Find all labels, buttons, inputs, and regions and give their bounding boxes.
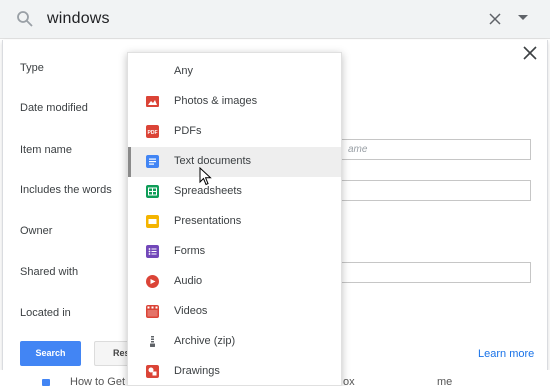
date-modified-label: Date modified — [20, 102, 88, 114]
option-label: Forms — [174, 245, 206, 257]
type-option-forms[interactable]: Forms — [128, 237, 341, 267]
item-name-label: Item name — [20, 144, 72, 156]
clear-search-icon[interactable] — [487, 11, 503, 27]
search-bar: windows — [0, 0, 550, 39]
owner-label: Owner — [20, 225, 53, 237]
file-owner: me — [437, 376, 453, 386]
option-label: Videos — [174, 305, 208, 317]
option-label: Text documents — [174, 155, 252, 167]
type-option-presentations[interactable]: Presentations — [128, 207, 341, 237]
option-label: Any — [174, 65, 193, 77]
type-option-archive[interactable]: Archive (zip) — [128, 327, 341, 357]
type-option-photos[interactable]: Photos & images — [128, 87, 341, 117]
option-label: Presentations — [174, 215, 242, 227]
option-label: PDFs — [174, 125, 202, 137]
learn-more-link[interactable]: Learn more — [478, 348, 534, 360]
document-icon — [146, 155, 159, 168]
image-icon — [146, 96, 159, 107]
type-option-any[interactable]: Any — [128, 57, 341, 87]
svg-text:PDF: PDF — [148, 130, 158, 136]
close-icon[interactable] — [523, 46, 537, 60]
type-dropdown-menu: Any Photos & images PDF PDFs Text docume… — [127, 52, 342, 386]
option-label: Audio — [174, 275, 203, 287]
file-location: ox — [343, 376, 355, 386]
type-label: Type — [20, 62, 44, 74]
type-option-text-documents[interactable]: Text documents — [128, 147, 341, 177]
mouse-cursor-icon — [199, 167, 212, 186]
spreadsheet-icon — [146, 185, 159, 198]
search-options-caret-icon[interactable] — [518, 15, 528, 20]
type-option-audio[interactable]: Audio — [128, 267, 341, 297]
type-option-pdfs[interactable]: PDF PDFs — [128, 117, 341, 147]
presentation-icon — [146, 215, 159, 228]
type-option-videos[interactable]: Videos — [128, 297, 341, 327]
search-button[interactable]: Search — [20, 341, 81, 366]
item-name-placeholder: ame — [348, 144, 368, 155]
drawing-icon — [146, 365, 159, 378]
audio-icon — [146, 275, 159, 288]
includes-words-label: Includes the words — [20, 184, 112, 196]
search-input[interactable]: windows — [47, 10, 110, 28]
file-name: How to Get — [70, 376, 126, 386]
search-icon[interactable] — [16, 10, 34, 28]
option-label: Archive (zip) — [174, 335, 236, 347]
shared-with-input[interactable] — [341, 262, 531, 283]
includes-words-input[interactable] — [341, 180, 531, 201]
archive-icon — [150, 336, 155, 347]
shared-with-label: Shared with — [20, 266, 79, 278]
video-icon — [146, 305, 159, 318]
forms-icon — [146, 245, 159, 258]
option-label: Drawings — [174, 365, 220, 377]
type-option-spreadsheets[interactable]: Spreadsheets — [128, 177, 341, 207]
file-type-icon — [42, 379, 50, 386]
item-name-input[interactable]: ame — [341, 139, 531, 160]
option-label: Photos & images — [174, 95, 258, 107]
pdf-icon: PDF — [146, 125, 159, 138]
type-option-drawings[interactable]: Drawings — [128, 357, 341, 386]
located-in-label: Located in — [20, 307, 71, 319]
